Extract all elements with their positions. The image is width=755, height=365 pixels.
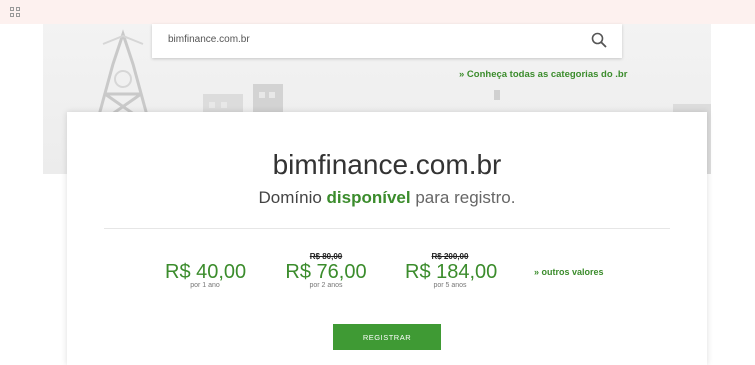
availability-suffix: para registro. [410,188,516,207]
other-values-link[interactable]: » outros valores [534,267,604,277]
price-period: por 2 anos [309,282,343,289]
domain-search-box[interactable]: bimfinance.com.br [152,24,622,58]
price-period: por 5 anos [433,282,467,289]
price-option-1-year[interactable]: R$ 40,00 por 1 ano [165,252,247,290]
price-option-5-years[interactable]: R$ 200,00 R$ 184,00 por 5 anos [405,252,498,290]
divider [104,228,670,229]
search-icon[interactable] [590,31,608,49]
availability-prefix: Domínio [258,188,327,207]
availability-status: disponível [326,188,411,207]
top-bar [0,0,755,24]
price-value: R$ 40,00 [165,261,247,283]
all-categories-link[interactable]: » Conheça todas as categorias do .br [459,69,627,80]
register-button[interactable]: REGISTRAR [333,324,441,350]
domain-title: bimfinance.com.br [272,149,502,180]
price-value: R$ 184,00 [405,261,498,283]
price-period: por 1 ano [190,282,220,289]
price-option-2-years[interactable]: R$ 80,00 R$ 76,00 por 2 anos [285,252,367,290]
search-input[interactable]: bimfinance.com.br [168,34,250,45]
domain-result-card: bimfinance.com.br Domínio disponível par… [67,112,707,365]
price-value: R$ 76,00 [285,261,367,283]
apps-grid-icon[interactable] [10,7,20,17]
availability-message: Domínio disponível para registro. [67,188,707,208]
